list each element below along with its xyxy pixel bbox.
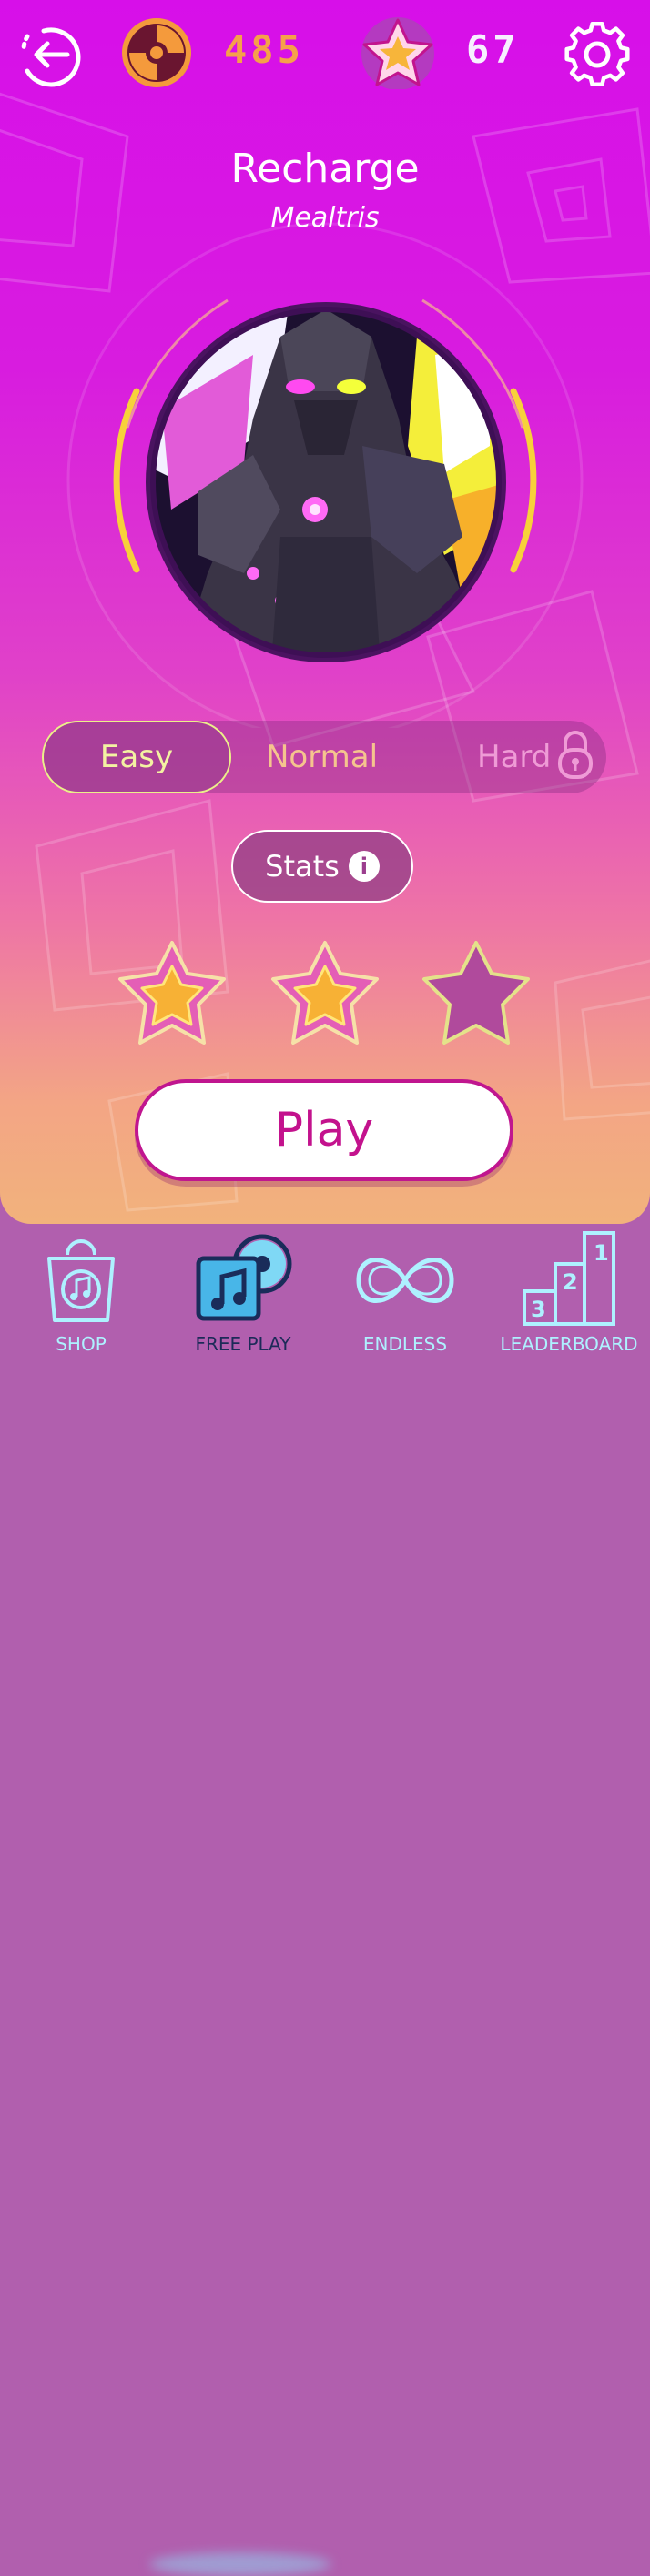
difficulty-selector: Easy Normal Hard	[42, 721, 606, 793]
song-select-screen: 485 67 Recharge Mealtris Easy Normal Har…	[0, 0, 650, 1224]
nav-free-play[interactable]: FREE PLAY	[162, 1224, 324, 1374]
nav-leaderboard-label: LEADERBOARD	[500, 1333, 638, 1355]
svg-text:1: 1	[594, 1240, 609, 1266]
stats-label: Stats	[265, 849, 340, 884]
difficulty-normal-tab[interactable]: Normal	[266, 739, 378, 775]
shopping-bag-music-icon	[47, 1239, 115, 1322]
play-button[interactable]: Play	[135, 1079, 513, 1181]
difficulty-easy-label: Easy	[99, 739, 174, 775]
album-art	[144, 300, 508, 664]
music-note-disc-icon	[196, 1234, 292, 1321]
nav-leaderboard[interactable]: 1 2 3 LEADERBOARD	[488, 1224, 650, 1374]
robot-warrior-artwork	[146, 302, 506, 662]
difficulty-easy-tab[interactable]: Easy	[42, 721, 231, 793]
stats-button[interactable]: Stats i	[231, 830, 413, 903]
nav-endless[interactable]: ENDLESS	[324, 1224, 486, 1374]
difficulty-normal-label: Normal	[266, 739, 379, 775]
nav-shop-label: SHOP	[56, 1333, 107, 1355]
nav-active-glow	[149, 2552, 331, 2576]
svg-text:2: 2	[563, 1269, 578, 1295]
difficulty-hard-tab[interactable]: Hard	[477, 739, 551, 775]
info-icon: i	[348, 851, 380, 882]
infinity-icon	[356, 1258, 454, 1303]
lock-icon	[558, 731, 593, 779]
play-label: Play	[274, 1103, 374, 1157]
nav-endless-label: ENDLESS	[362, 1333, 448, 1355]
rating-star-2	[271, 941, 379, 1045]
nav-free-play-label: FREE PLAY	[195, 1333, 291, 1355]
difficulty-hard-label: Hard	[477, 739, 552, 775]
nav-shop[interactable]: SHOP	[0, 1224, 162, 1374]
rating-star-3-empty	[422, 941, 530, 1045]
rating-star-1	[118, 941, 226, 1045]
svg-text:3: 3	[531, 1297, 546, 1322]
podium-icon: 1 2 3	[523, 1231, 615, 1326]
bottom-nav: SHOP FREE PLAY ENDLESS 1 2 3 LEADERBOARD	[0, 1224, 650, 2576]
